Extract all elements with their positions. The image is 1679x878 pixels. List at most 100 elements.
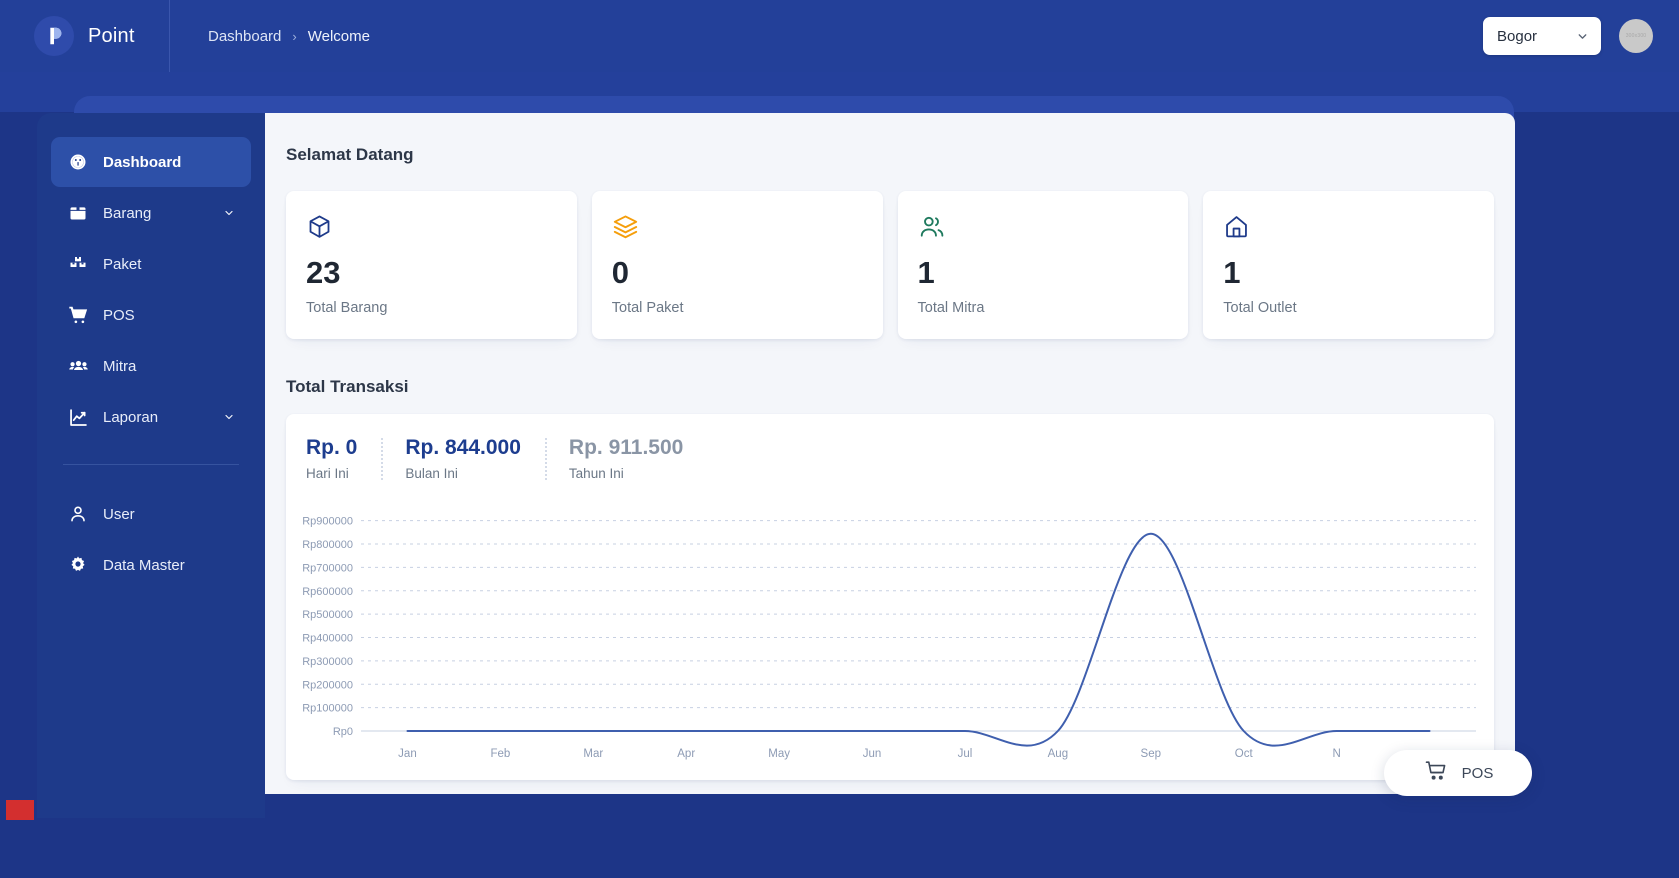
sidebar-item-dashboard[interactable]: Dashboard [51, 137, 251, 187]
cube-outline-icon [306, 213, 557, 243]
breadcrumb-item-welcome: Welcome [307, 27, 370, 45]
chevron-down-icon [1578, 33, 1587, 39]
home-outline-icon [1223, 213, 1474, 243]
avatar[interactable]: 300x300 [1619, 19, 1653, 53]
layers-icon [612, 213, 863, 243]
brand-name: Point [88, 24, 135, 47]
pos-floating-button-label: POS [1461, 764, 1494, 782]
transaction-line-chart: Rp900000 Rp800000 Rp700000 Rp600000 Rp500000… [302, 516, 1476, 760]
transaction-label: Hari Ini [306, 466, 349, 482]
gear-icon [67, 554, 89, 576]
chart-y-tick-label: Rp200000 [302, 679, 353, 691]
sidebar-item-label: POS [103, 306, 135, 324]
sidebar-item-label: Laporan [103, 408, 159, 426]
transaction-stat-year: Rp. 911.500 Tahun Ini [544, 436, 707, 482]
stat-card-total-mitra[interactable]: 1 Total Mitra [897, 191, 1189, 339]
main-content-panel: Selamat Datang 23 Total Barang 0 Total P… [265, 113, 1515, 794]
breadcrumb-separator-icon: › [292, 28, 297, 44]
boxes-stack-icon [67, 253, 89, 275]
chart-y-tick-label: Rp600000 [302, 586, 353, 598]
transaction-value: Rp. 911.500 [568, 436, 684, 459]
chart-series-line [406, 532, 1431, 747]
sidebar-item-pos[interactable]: POS [51, 290, 251, 340]
chart-y-tick-label: Rp100000 [302, 703, 353, 715]
shopping-cart-icon [67, 304, 89, 326]
sidebar-item-label: Dashboard [103, 153, 182, 171]
transaction-stat-today: Rp. 0 Hari Ini [306, 436, 381, 481]
stat-label: Total Paket [611, 300, 684, 316]
stat-value: 23 [306, 255, 341, 290]
sidebar-divider [63, 464, 239, 465]
chart-x-tick-label: Jul [958, 748, 973, 760]
transaction-stat-month: Rp. 844.000 Bulan Ini [381, 436, 545, 481]
header-actions: Bogor 300x300 [1483, 17, 1679, 55]
outlet-select[interactable]: Bogor [1483, 17, 1601, 55]
breadcrumb-item-dashboard[interactable]: Dashboard [208, 28, 281, 45]
outlet-select-value: Bogor [1497, 27, 1538, 45]
chart-x-tick-label: Jun [863, 748, 882, 760]
transaction-label: Tahun Ini [568, 466, 624, 482]
dashboard-page: Point Dashboard › Welcome Bogor 300x300 [0, 0, 1679, 878]
chart-y-tick-label: Rp500000 [302, 609, 353, 621]
stat-card-total-outlet[interactable]: 1 Total Outlet [1203, 191, 1494, 339]
transaction-chart: Rp900000 Rp800000 Rp700000 Rp600000 Rp500000… [286, 499, 1494, 769]
sidebar-item-laporan[interactable]: Laporan [51, 392, 251, 442]
transaction-value: Rp. 844.000 [405, 436, 521, 459]
chart-x-tick-label: Aug [1048, 748, 1068, 760]
chevron-down-icon [225, 210, 233, 216]
sidebar-item-paket[interactable]: Paket [51, 239, 251, 289]
chart-y-tick-label: Rp700000 [302, 563, 353, 575]
users-group-icon [67, 355, 89, 377]
stat-label: Total Barang [306, 300, 388, 316]
breadcrumb: Dashboard › Welcome [170, 28, 370, 45]
point-logo-icon [34, 16, 74, 56]
stat-card-total-paket[interactable]: 0 Total Paket [591, 191, 883, 339]
pos-floating-button[interactable]: POS [1384, 750, 1532, 796]
chart-x-tick-label: May [768, 748, 790, 760]
transaction-value: Rp. 0 [306, 436, 358, 459]
stat-label: Total Outlet [1223, 300, 1297, 316]
stat-label: Total Mitra [917, 300, 985, 316]
users-outline-icon [918, 213, 1169, 243]
chart-x-tick-label: Sep [1141, 748, 1161, 760]
stat-cards: 23 Total Barang 0 Total Paket 1 Total Mi… [286, 191, 1494, 339]
box-icon [67, 202, 89, 224]
sidebar-item-label: Data Master [103, 556, 185, 574]
stat-value: 0 [611, 255, 629, 290]
user-icon [67, 503, 89, 525]
chart-line-icon [67, 406, 89, 428]
chart-x-tick-label: Jan [398, 748, 417, 760]
sidebar-item-label: Mitra [103, 357, 137, 375]
chart-y-tick-label: Rp400000 [302, 633, 353, 645]
sidebar-item-barang[interactable]: Barang [51, 188, 251, 238]
chart-y-tick-label: Rp300000 [302, 656, 353, 668]
chart-y-tick-label: Rp900000 [302, 516, 353, 528]
chevron-down-icon [225, 414, 233, 420]
dashboard-gauge-icon [67, 151, 89, 173]
chart-x-tick-label: Mar [583, 748, 603, 760]
chart-y-tick-label: Rp800000 [302, 539, 353, 551]
transaction-card: Rp. 0 Hari Ini Rp. 844.000 Bulan Ini Rp.… [286, 414, 1494, 780]
chart-x-tick-label: Feb [490, 748, 510, 760]
sidebar: Dashboard Barang Paket POS Mitra Laporan… [37, 113, 265, 818]
stat-card-total-barang[interactable]: 23 Total Barang [286, 191, 577, 339]
chart-x-tick-label: Oct [1235, 748, 1254, 760]
brand-logo[interactable]: Point [0, 0, 170, 72]
chart-y-tick-label: Rp0 [333, 726, 353, 738]
avatar-placeholder-text: 300x300 [1625, 33, 1647, 39]
chart-x-tick-label: N [1332, 748, 1340, 760]
corner-badge [6, 800, 34, 820]
sidebar-item-mitra[interactable]: Mitra [51, 341, 251, 391]
top-header: Point Dashboard › Welcome Bogor 300x300 [0, 0, 1679, 72]
sidebar-item-user[interactable]: User [51, 489, 251, 539]
transaction-section-title: Total Transaksi [286, 377, 409, 396]
sidebar-item-data-master[interactable]: Data Master [51, 540, 251, 590]
chart-x-tick-label: Apr [677, 748, 695, 760]
transaction-summary: Rp. 0 Hari Ini Rp. 844.000 Bulan Ini Rp.… [286, 436, 1494, 481]
sidebar-item-label: Barang [103, 204, 152, 222]
stat-value: 1 [1223, 255, 1241, 290]
page-title: Selamat Datang [286, 145, 414, 164]
sidebar-item-label: Paket [103, 255, 142, 273]
stat-value: 1 [917, 255, 935, 290]
sidebar-item-label: User [103, 505, 135, 523]
